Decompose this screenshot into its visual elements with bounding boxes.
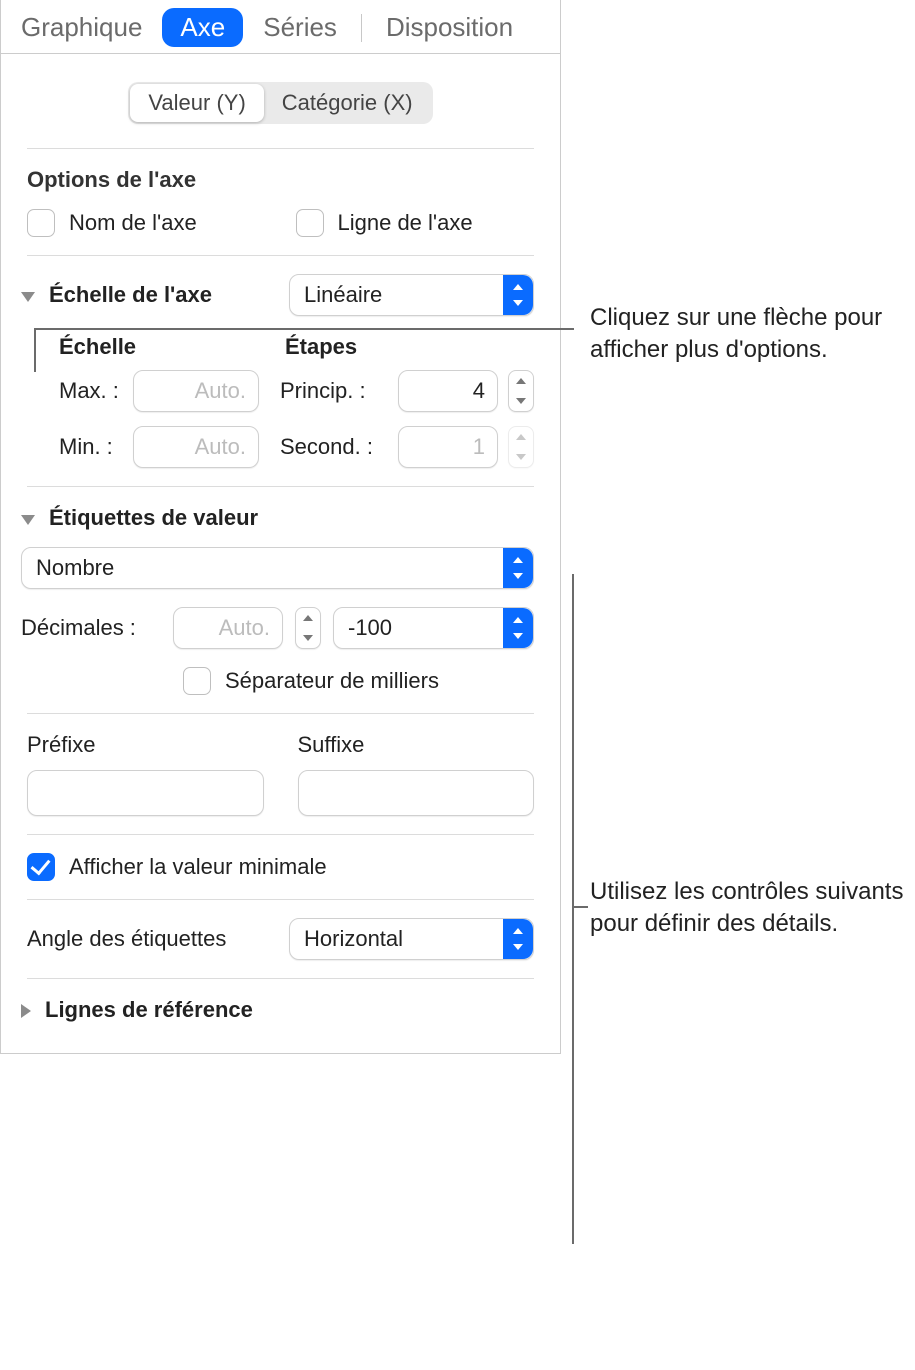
axis-options-title: Options de l'axe: [27, 167, 534, 193]
label-thousands-separator: Séparateur de milliers: [225, 668, 439, 694]
scale-max-label: Max. :: [59, 378, 123, 404]
scale-min-placeholder: Auto.: [195, 434, 246, 460]
step-primary-value: 4: [473, 378, 485, 404]
tab-graphique[interactable]: Graphique: [1, 6, 162, 49]
axis-scale-label: Échelle de l'axe: [49, 282, 212, 308]
label-angle: Angle des étiquettes: [27, 926, 226, 952]
updown-arrow-icon: [503, 919, 533, 959]
value-format-value: Nombre: [36, 555, 114, 581]
chevron-right-icon[interactable]: [21, 1004, 31, 1018]
segment-value-y[interactable]: Valeur (Y): [130, 84, 263, 122]
steps-header: Étapes: [285, 334, 485, 360]
scale-max-input[interactable]: Auto.: [133, 370, 259, 412]
tab-divider: [361, 14, 362, 42]
step-secondary-label: Second. :: [280, 434, 388, 460]
axis-scale-type-select[interactable]: Linéaire: [289, 274, 534, 316]
updown-arrow-icon: [503, 548, 533, 588]
tab-axe[interactable]: Axe: [162, 8, 243, 47]
scale-max-placeholder: Auto.: [195, 378, 246, 404]
callout-controls-details: Utilisez les contrôles suivants pour déf…: [590, 876, 910, 941]
decimals-placeholder: Auto.: [219, 615, 270, 641]
checkbox-axis-line[interactable]: [296, 209, 324, 237]
negative-format-value: -100: [348, 615, 392, 641]
axis-segmented: Valeur (Y) Catégorie (X): [128, 82, 432, 124]
label-angle-select[interactable]: Horizontal: [289, 918, 534, 960]
value-labels-title: Étiquettes de valeur: [49, 505, 258, 531]
reference-lines-label: Lignes de référence: [45, 997, 253, 1023]
checkbox-show-min-value[interactable]: [27, 853, 55, 881]
updown-arrow-icon: [503, 608, 533, 648]
tab-series[interactable]: Séries: [243, 6, 357, 49]
step-secondary-stepper[interactable]: [508, 426, 534, 468]
decimals-input[interactable]: Auto.: [173, 607, 283, 649]
checkbox-axis-name[interactable]: [27, 209, 55, 237]
checkbox-thousands-separator[interactable]: [183, 667, 211, 695]
step-secondary-value: 1: [473, 434, 485, 460]
step-primary-input[interactable]: 4: [398, 370, 498, 412]
value-format-select[interactable]: Nombre: [21, 547, 534, 589]
callout-arrow-options: Cliquez sur une flèche pour afficher plu…: [590, 302, 900, 367]
label-axis-line: Ligne de l'axe: [338, 210, 473, 236]
suffix-input[interactable]: [298, 770, 535, 816]
label-angle-value: Horizontal: [304, 926, 403, 952]
axis-scale-type-value: Linéaire: [304, 282, 382, 308]
step-secondary-input[interactable]: 1: [398, 426, 498, 468]
scale-min-input[interactable]: Auto.: [133, 426, 259, 468]
scale-header: Échelle: [59, 334, 285, 360]
step-primary-label: Princip. :: [280, 378, 388, 404]
updown-arrow-icon: [503, 275, 533, 315]
scale-min-label: Min. :: [59, 434, 123, 460]
tab-disposition[interactable]: Disposition: [366, 6, 533, 49]
chevron-down-icon[interactable]: [21, 292, 35, 302]
prefix-input[interactable]: [27, 770, 264, 816]
chevron-down-icon[interactable]: [21, 515, 35, 525]
step-primary-stepper[interactable]: [508, 370, 534, 412]
suffix-label: Suffixe: [298, 732, 535, 758]
decimals-label: Décimales :: [21, 615, 161, 641]
decimals-stepper[interactable]: [295, 607, 321, 649]
label-show-min-value: Afficher la valeur minimale: [69, 854, 327, 880]
prefix-label: Préfixe: [27, 732, 264, 758]
label-axis-name: Nom de l'axe: [69, 210, 197, 236]
negative-format-select[interactable]: -100: [333, 607, 534, 649]
segment-category-x[interactable]: Catégorie (X): [264, 84, 431, 122]
